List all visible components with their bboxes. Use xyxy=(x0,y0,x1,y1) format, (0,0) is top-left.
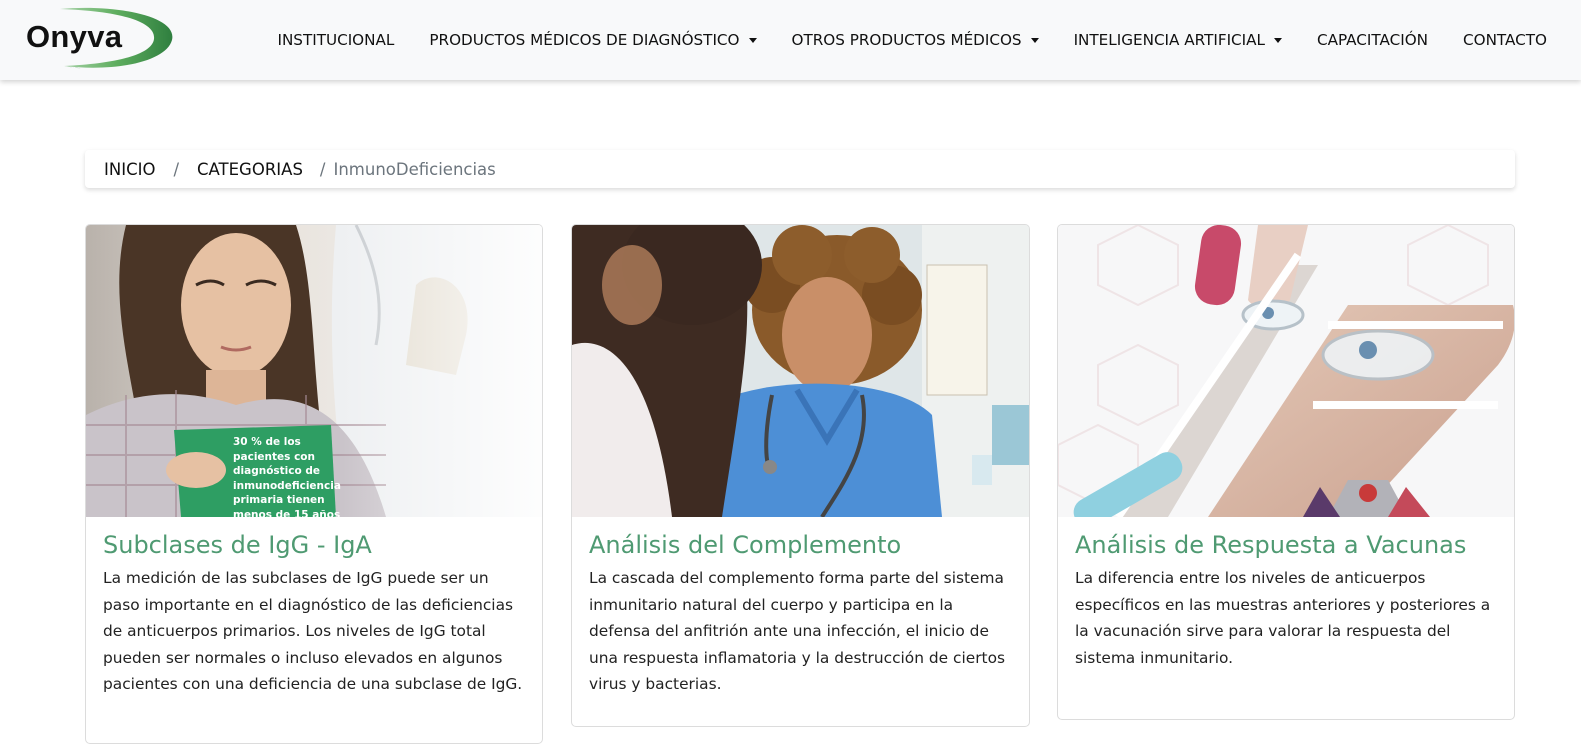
nav-label: PRODUCTOS MÉDICOS DE DIAGNÓSTICO xyxy=(429,31,740,49)
nav-label: OTROS PRODUCTOS MÉDICOS xyxy=(791,31,1022,49)
card-image-overlay-text: 30 % de los pacientes con diagnóstico de… xyxy=(233,436,341,517)
nav-item-productos-medicos-diagnostico[interactable]: PRODUCTOS MÉDICOS DE DIAGNÓSTICO xyxy=(429,31,757,49)
nav-item-contacto[interactable]: CONTACTO xyxy=(1463,31,1547,49)
nav-item-institucional[interactable]: INSTITUCIONAL xyxy=(277,31,394,49)
top-navbar: Onyva INSTITUCIONAL PRODUCTOS MÉDICOS DE… xyxy=(0,0,1581,80)
nav-label: CONTACTO xyxy=(1463,31,1547,49)
breadcrumb-separator: / xyxy=(173,159,180,179)
nav-label: CAPACITACIÓN xyxy=(1317,31,1429,49)
card-text: La cascada del complemento forma parte d… xyxy=(589,569,1006,694)
nav-item-otros-productos-medicos[interactable]: OTROS PRODUCTOS MÉDICOS xyxy=(792,31,1039,49)
breadcrumb-categories-link[interactable]: CATEGORIAS xyxy=(197,160,303,179)
card-body: Análisis del Complemento La cascada del … xyxy=(572,517,1029,698)
card-image-doctor-consultation[interactable] xyxy=(572,225,1029,517)
card-title[interactable]: Subclases de IgG - IgA xyxy=(103,531,525,559)
card-analisis-respuesta-vacunas[interactable]: Análisis de Respuesta a Vacunas La difer… xyxy=(1057,224,1515,720)
card-title[interactable]: Análisis de Respuesta a Vacunas xyxy=(1075,531,1497,559)
card-title[interactable]: Análisis del Complemento xyxy=(589,531,1012,559)
card-text: La medición de las subclases de IgG pued… xyxy=(103,569,523,694)
nav-item-capacitacion[interactable]: CAPACITACIÓN xyxy=(1317,31,1428,49)
breadcrumb-home-link[interactable]: INICIO xyxy=(104,160,155,179)
caret-down-icon xyxy=(748,38,757,43)
brand-logo[interactable]: Onyva xyxy=(20,6,176,70)
card-image-patient-reading[interactable]: 30 % de los pacientes con diagnóstico de… xyxy=(86,225,542,517)
nav-label: INTELIGENCIA ARTIFICIAL xyxy=(1073,31,1265,49)
nav-item-inteligencia-artificial[interactable]: INTELIGENCIA ARTIFICIAL xyxy=(1074,31,1282,49)
breadcrumb: INICIO / CATEGORIAS / InmunoDeficiencias xyxy=(85,150,1515,188)
nav-label: INSTITUCIONAL xyxy=(277,31,395,49)
caret-down-icon xyxy=(1274,38,1282,43)
card-text: La diferencia entre los niveles de antic… xyxy=(1075,569,1491,667)
breadcrumb-separator: / xyxy=(319,159,326,179)
card-analisis-complemento[interactable]: Análisis del Complemento La cascada del … xyxy=(571,224,1030,727)
card-subclases-igg-iga[interactable]: 30 % de los pacientes con diagnóstico de… xyxy=(85,224,543,744)
card-body: Análisis de Respuesta a Vacunas La difer… xyxy=(1058,517,1514,671)
card-image-scientist-collage[interactable] xyxy=(1058,225,1514,517)
caret-down-icon xyxy=(1030,38,1039,43)
card-body: Subclases de IgG - IgA La medición de la… xyxy=(86,517,542,698)
main-nav: INSTITUCIONAL PRODUCTOS MÉDICOS DE DIAGN… xyxy=(277,0,1547,80)
breadcrumb-current: InmunoDeficiencias xyxy=(333,159,496,179)
brand-name: Onyva xyxy=(26,19,123,54)
